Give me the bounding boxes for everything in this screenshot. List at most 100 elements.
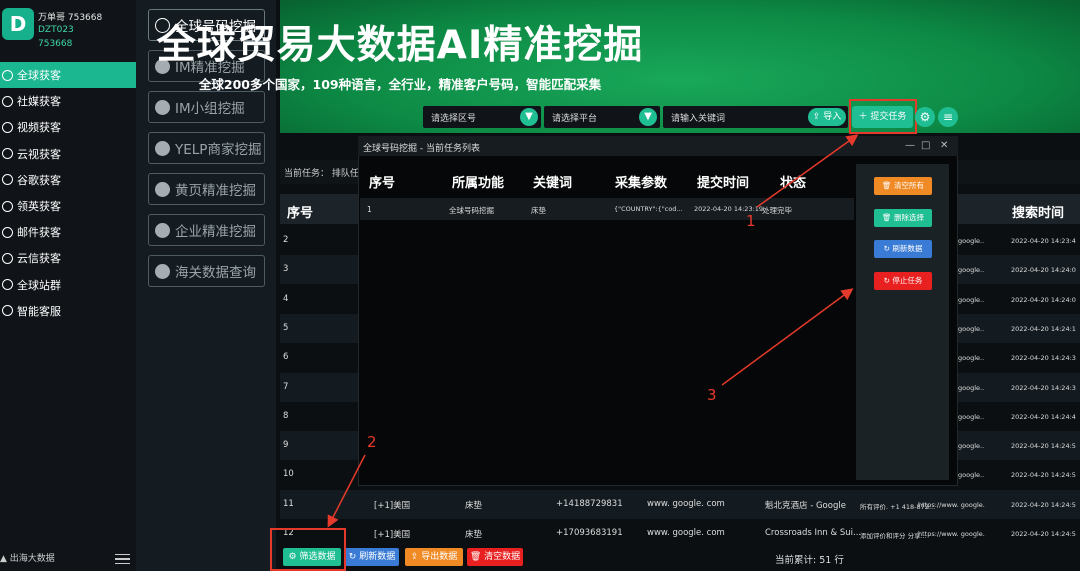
export-data-button[interactable]: ⇪ 导出数据	[405, 548, 463, 566]
video-icon	[2, 121, 13, 133]
task-status: 处理完毕	[762, 206, 792, 215]
cell-country: [+1]美国	[374, 530, 411, 540]
annotation-number-2: 2	[367, 433, 377, 451]
nav-item-label: 社媒获客	[17, 95, 61, 109]
nav-item[interactable]: 邮件获客	[0, 219, 136, 245]
list-menu-icon[interactable]: ≡	[938, 107, 958, 127]
cell-src: google..	[958, 237, 985, 245]
task-params: {"COUNTRY":{"cod...	[614, 205, 683, 213]
maximize-icon[interactable]: □	[921, 140, 930, 151]
nav-item[interactable]: 领英获客	[0, 193, 136, 219]
nav-item[interactable]: 全球站群	[0, 272, 136, 298]
refresh-data-button[interactable]: ↻ 刷新数据	[345, 548, 399, 566]
table-row[interactable]: 11 [+1]美国 床垫 +14188729831 www. google. com 魁北…	[280, 489, 1080, 519]
cell-time: 2022-04-20 14:24:1	[1011, 324, 1076, 333]
dialog-column-header: 所属功能	[452, 176, 505, 191]
feature-tab-label: 黄页精准挖掘	[175, 183, 256, 199]
cell-src: google..	[958, 324, 985, 333]
cell-src: google..	[958, 383, 985, 392]
cell-no: 10	[283, 469, 294, 480]
nav-item-label: 视频获客	[17, 121, 61, 135]
cell-name: Crossroads Inn & Sui...	[765, 528, 862, 538]
dialog-column-header: 状态	[780, 176, 807, 191]
nav-item-label: 全球站群	[17, 278, 61, 292]
clear-all-button[interactable]: 🗑 清空所有	[874, 177, 932, 195]
annotation-box-filter	[270, 528, 346, 571]
feature-tab-label: YELP商家挖掘	[175, 142, 262, 158]
cell-time: 2022-04-20 14:24:3	[1011, 354, 1076, 363]
cell-src: google..	[958, 471, 985, 480]
banner-subtitle: 全球200多个国家，109种语言，全行业，精准客户号码，智能匹配采集	[198, 77, 602, 92]
feature-icon	[155, 140, 170, 156]
nav-item[interactable]: 云视获客	[0, 141, 136, 167]
task-row[interactable]: 1 全球号码挖掘 床垫 {"COUNTRY":{"cod... 2022-04-…	[360, 198, 854, 220]
cloud-message-icon	[2, 252, 13, 264]
stop-task-button[interactable]: ↻ 停止任务	[874, 272, 932, 290]
cell-time: 2022-04-20 14:24:5	[1011, 442, 1076, 451]
chevron-down-icon[interactable]: ▼	[520, 108, 538, 126]
nav-item-label: 云视获客	[17, 147, 61, 161]
cell-site: www. google. com	[647, 528, 725, 538]
cell-no: 7	[283, 381, 289, 392]
cell-url: https://www. google.	[918, 500, 985, 509]
keyword-input-placeholder: 请输入关键词	[671, 114, 726, 124]
region-select[interactable]: 请选择区号 ▼	[423, 106, 541, 128]
minimize-icon[interactable]: —	[905, 140, 915, 151]
cell-kw: 床垫	[465, 500, 483, 511]
cell-no: 4	[283, 293, 289, 304]
delete-selected-button[interactable]: 🗑 删除选择	[874, 209, 932, 227]
cell-name: 魁北克酒店 - Google	[765, 500, 846, 511]
banner-title: 全球贸易大数据AI精准挖掘	[156, 23, 644, 68]
cell-site: www. google. com	[647, 498, 725, 509]
chevron-down-icon[interactable]: ▼	[639, 108, 657, 126]
feature-tab[interactable]: 海关数据查询	[148, 255, 265, 287]
hamburger-menu-icon[interactable]	[115, 554, 130, 564]
nav-item[interactable]: 智能客服	[0, 298, 136, 324]
cell-no: 9	[283, 440, 289, 451]
clear-data-button[interactable]: 🗑 清空数据	[467, 548, 523, 566]
annotation-number-3: 3	[707, 386, 717, 404]
cell-src: google..	[958, 412, 985, 421]
feature-tab[interactable]: IM小组挖掘	[148, 91, 265, 123]
feature-tab[interactable]: 黄页精准挖掘	[148, 173, 265, 205]
google-icon	[2, 174, 13, 186]
bottom-brand-label: ▲ 出海大数据	[0, 554, 55, 564]
row-total-count: 当前累计: 51 行	[775, 555, 844, 566]
annotation-box-submit	[849, 99, 917, 134]
cell-time: 2022-04-20 14:24:5	[1011, 500, 1076, 509]
cell-src: google..	[958, 442, 985, 451]
cell-time: 2022-04-20 14:24:4	[1011, 412, 1076, 421]
cell-detail: 添加评价和评分 分享...	[860, 532, 927, 540]
platform-select-placeholder: 请选择平台	[552, 114, 598, 124]
settings-gear-icon[interactable]: ⚙	[915, 107, 935, 127]
feature-tab-label: IM小组挖掘	[175, 101, 245, 117]
nav-item[interactable]: 云信获客	[0, 245, 136, 271]
cell-no: 11	[283, 498, 294, 509]
feature-icon	[155, 263, 170, 279]
nav-item[interactable]: 谷歌获客	[0, 167, 136, 193]
cell-time: 2022-04-20 14:23:4	[1011, 237, 1076, 245]
cell-time: 2022-04-20 14:24:3	[1011, 383, 1076, 392]
task-keyword: 床垫	[531, 206, 546, 215]
feature-icon	[155, 222, 170, 238]
close-icon[interactable]: ✕	[940, 140, 948, 151]
cell-src: google..	[958, 266, 985, 275]
cell-phone: +14188729831	[556, 498, 623, 509]
mail-icon	[2, 226, 13, 238]
task-function: 全球号码挖掘	[449, 206, 494, 215]
feature-tab-label: 企业精准挖掘	[175, 224, 256, 240]
dialog-column-header: 序号	[369, 176, 396, 191]
platform-select[interactable]: 请选择平台 ▼	[544, 106, 660, 128]
linkedin-icon	[2, 200, 13, 212]
cell-no: 5	[283, 322, 289, 333]
annotation-number-1: 1	[746, 212, 756, 230]
dialog-refresh-button[interactable]: ↻ 刷新数据	[874, 240, 932, 258]
feature-tab[interactable]: YELP商家挖掘	[148, 132, 265, 164]
feature-icon	[155, 181, 170, 197]
cell-time: 2022-04-20 14:24:0	[1011, 295, 1076, 304]
feature-tab[interactable]: 企业精准挖掘	[148, 214, 265, 246]
nav-item-label: 领英获客	[17, 200, 61, 213]
nav-item[interactable]: 视频获客	[0, 114, 136, 140]
task-no: 1	[367, 205, 372, 214]
import-button[interactable]: ⇪ 导入	[808, 108, 846, 126]
